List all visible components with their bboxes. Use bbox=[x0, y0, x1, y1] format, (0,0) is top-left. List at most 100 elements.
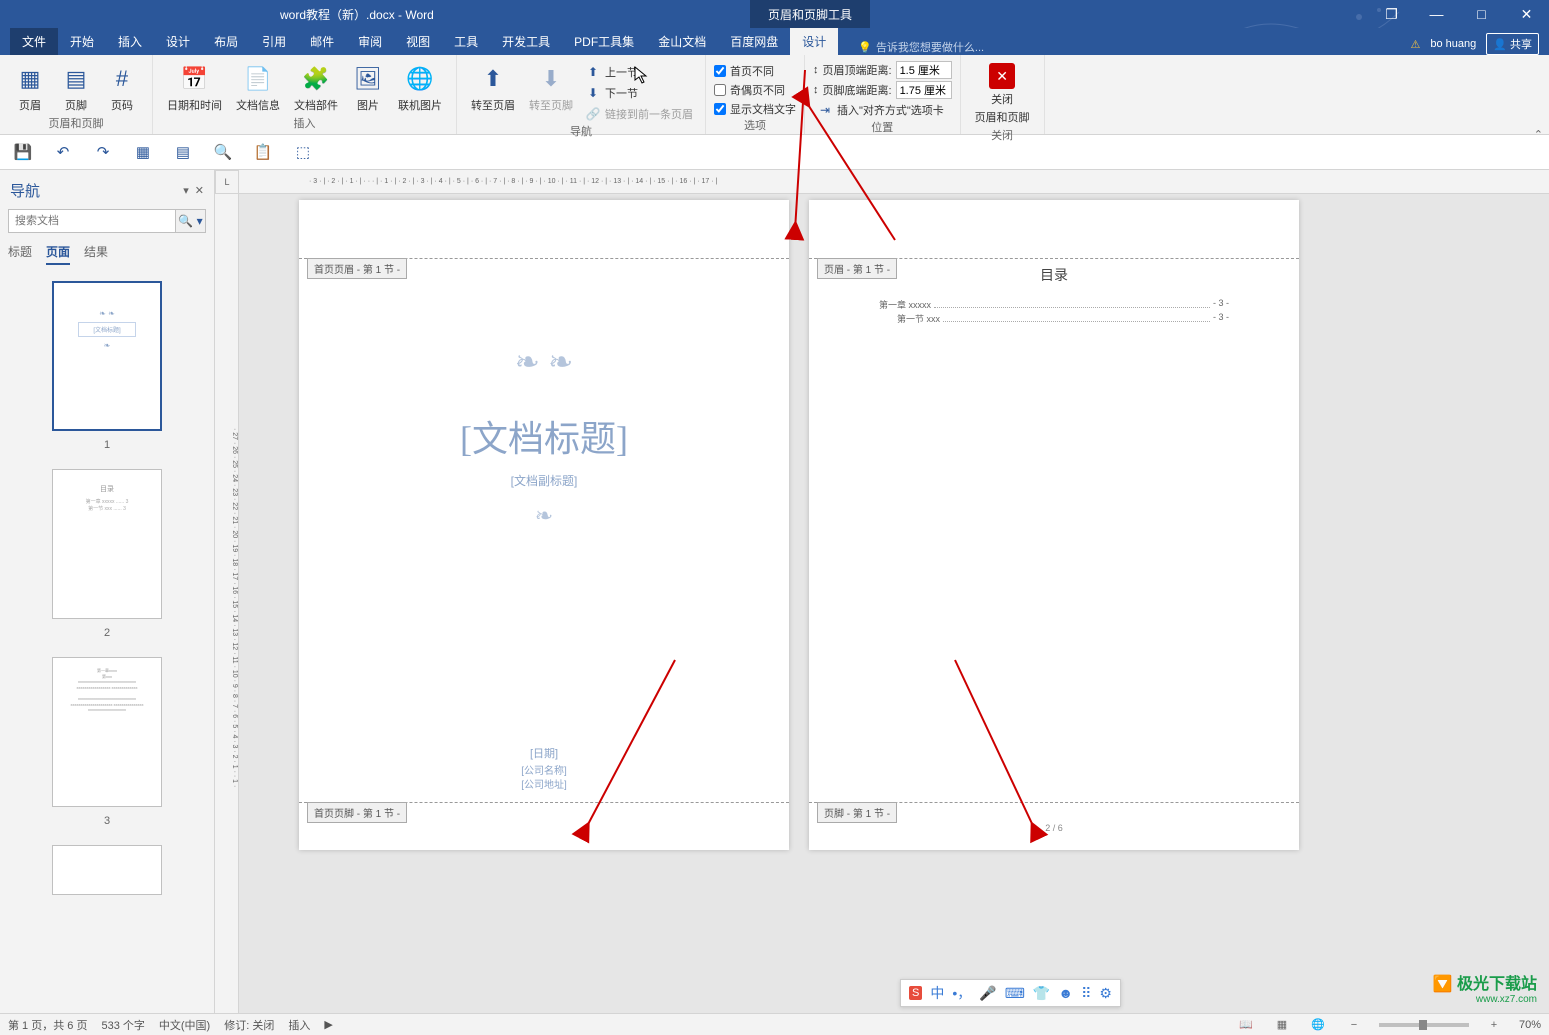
maximize-button[interactable]: □ bbox=[1459, 0, 1504, 28]
collapse-ribbon-icon[interactable]: ⌃ bbox=[1534, 128, 1543, 141]
thumbnail-page-2[interactable]: 目录 第一章 xxxxx ...... 3第一节 xxx ...... 3 bbox=[52, 469, 162, 619]
goto-footer-button[interactable]: ⬇转至页脚 bbox=[523, 61, 579, 115]
ime-logo-icon[interactable]: S bbox=[909, 986, 922, 1000]
doc-info-button[interactable]: 📄文档信息 bbox=[230, 61, 286, 115]
toc-entry-2[interactable]: 第一节 xxx- 3 - bbox=[897, 312, 1229, 325]
table-icon[interactable]: ▦ bbox=[134, 143, 152, 161]
header-button[interactable]: ▦页眉 bbox=[8, 61, 52, 115]
tab-review[interactable]: 审阅 bbox=[346, 28, 394, 55]
nav-tab-pages[interactable]: 页面 bbox=[46, 243, 70, 265]
vertical-ruler[interactable]: L · 27 · 26 · 25 · 24 · 23 · 22 · 21 · 2… bbox=[215, 170, 239, 1015]
online-picture-button[interactable]: 🌐联机图片 bbox=[392, 61, 448, 115]
ime-toolbar[interactable]: S 中 •， 🎤 ⌨ 👕 ☻ ⠿ ⚙ bbox=[900, 979, 1121, 1007]
ime-settings-icon[interactable]: ⚙ bbox=[1099, 985, 1112, 1002]
minimize-button[interactable]: — bbox=[1414, 0, 1459, 28]
zoom-in-icon[interactable]: + bbox=[1483, 1017, 1505, 1033]
tab-header-footer-design[interactable]: 设计 bbox=[790, 28, 838, 55]
ime-mic-icon[interactable]: 🎤 bbox=[979, 985, 996, 1002]
tab-design[interactable]: 设计 bbox=[154, 28, 202, 55]
header-top-distance-input[interactable] bbox=[896, 61, 952, 79]
save-icon[interactable]: 💾 bbox=[14, 143, 32, 161]
cover-date[interactable]: [日期] bbox=[299, 745, 789, 761]
ribbon-display-options-icon[interactable]: ❐ bbox=[1369, 0, 1414, 28]
thumbnail-page-4[interactable] bbox=[52, 845, 162, 895]
zoom-slider-knob[interactable] bbox=[1419, 1020, 1427, 1030]
cover-company[interactable]: [公司名称] bbox=[299, 762, 789, 777]
document-area[interactable]: L · 27 · 26 · 25 · 24 · 23 · 22 · 21 · 2… bbox=[215, 170, 1549, 1015]
cover-title[interactable]: [文档标题] bbox=[299, 410, 789, 462]
nav-dropdown-icon[interactable]: ▾ bbox=[183, 184, 189, 197]
read-mode-icon[interactable]: 📖 bbox=[1235, 1017, 1257, 1033]
tab-home[interactable]: 开始 bbox=[58, 28, 106, 55]
tell-me-search[interactable]: 💡 告诉我您想要做什么... bbox=[858, 39, 984, 55]
cover-address[interactable]: [公司地址] bbox=[299, 776, 789, 791]
ruler-corner[interactable]: L bbox=[215, 170, 239, 194]
footer-page-number[interactable]: 2 / 6 bbox=[809, 823, 1299, 833]
footer-button[interactable]: ▤页脚 bbox=[54, 61, 98, 115]
thumbnail-page-1[interactable]: ❧ ❧ [文档标题] ❧ bbox=[52, 281, 162, 431]
row-icon[interactable]: ▤ bbox=[174, 143, 192, 161]
nav-search-input[interactable] bbox=[9, 210, 175, 232]
ime-skin-icon[interactable]: 👕 bbox=[1033, 985, 1050, 1002]
zoom-slider[interactable] bbox=[1379, 1023, 1469, 1027]
page-1[interactable]: 首页页眉 - 第 1 节 - ❧ ❧ [文档标题] [文档副标题] ❧ [日期]… bbox=[299, 200, 789, 850]
page-2[interactable]: 页眉 - 第 1 节 - 目录 第一章 xxxxx- 3 - 第一节 xxx- … bbox=[809, 200, 1299, 850]
ime-punct-icon[interactable]: •， bbox=[952, 983, 971, 1003]
toc-entry-1[interactable]: 第一章 xxxxx- 3 - bbox=[879, 298, 1229, 311]
status-word-count[interactable]: 533 个字 bbox=[101, 1017, 144, 1033]
redo-icon[interactable]: ↷ bbox=[94, 143, 112, 161]
close-header-footer-button[interactable]: ✕ 关闭 页眉和页脚 bbox=[969, 61, 1036, 127]
goto-header-button[interactable]: ⬆转至页眉 bbox=[465, 61, 521, 115]
horizontal-ruler[interactable]: · 3 · | · 2 · | · 1 · | · · · | · 1 · | … bbox=[239, 170, 1549, 194]
footer-bottom-distance-input[interactable] bbox=[896, 81, 952, 99]
different-first-page-checkbox[interactable]: 首页不同 bbox=[714, 63, 796, 79]
tab-insert[interactable]: 插入 bbox=[106, 28, 154, 55]
zoom-out-icon[interactable]: − bbox=[1343, 1017, 1365, 1033]
ime-toolbox-icon[interactable]: ⠿ bbox=[1081, 985, 1091, 1002]
web-layout-icon[interactable]: 🌐 bbox=[1307, 1017, 1329, 1033]
close-window-button[interactable]: ✕ bbox=[1504, 0, 1549, 28]
tab-layout[interactable]: 布局 bbox=[202, 28, 250, 55]
nav-tab-results[interactable]: 结果 bbox=[84, 243, 108, 265]
next-section-button[interactable]: ⬇下一节 bbox=[581, 84, 697, 102]
status-insert-mode[interactable]: 插入 bbox=[288, 1017, 310, 1033]
nav-tab-headings[interactable]: 标题 bbox=[8, 243, 32, 265]
status-macro-icon[interactable]: ▶ bbox=[324, 1018, 332, 1031]
doc-parts-button[interactable]: 🧩文档部件 bbox=[288, 61, 344, 115]
nav-thumbnails[interactable]: ❧ ❧ [文档标题] ❧ 1 目录 第一章 xxxxx ...... 3第一节 … bbox=[0, 271, 214, 1015]
show-document-text-checkbox[interactable]: 显示文档文字 bbox=[714, 101, 796, 117]
tab-pdf[interactable]: PDF工具集 bbox=[562, 28, 646, 55]
print-layout-icon[interactable]: ▦ bbox=[1271, 1017, 1293, 1033]
nav-search-box[interactable]: 🔍 ▾ bbox=[8, 209, 206, 233]
ime-emoji-icon[interactable]: ☻ bbox=[1058, 985, 1073, 1001]
user-name[interactable]: bo huang bbox=[1430, 38, 1476, 50]
insert-alignment-tab-button[interactable]: ⇥插入"对齐方式"选项卡 bbox=[813, 101, 952, 119]
tab-view[interactable]: 视图 bbox=[394, 28, 442, 55]
page-number-button[interactable]: #页码 bbox=[100, 61, 144, 115]
object-icon[interactable]: ⬚ bbox=[294, 143, 312, 161]
share-button[interactable]: 👤 共享 bbox=[1486, 33, 1539, 55]
nav-close-icon[interactable]: ✕ bbox=[195, 184, 204, 197]
tab-mailings[interactable]: 邮件 bbox=[298, 28, 346, 55]
cover-subtitle[interactable]: [文档副标题] bbox=[299, 472, 789, 489]
prev-section-button[interactable]: ⬆上一节 bbox=[581, 63, 697, 81]
status-track-changes[interactable]: 修订: 关闭 bbox=[224, 1017, 274, 1033]
picture-button[interactable]: 🖼图片 bbox=[346, 61, 390, 115]
warning-icon[interactable]: ⚠ bbox=[1410, 38, 1420, 51]
tab-dev[interactable]: 开发工具 bbox=[490, 28, 562, 55]
status-language[interactable]: 中文(中国) bbox=[159, 1017, 210, 1033]
thumbnail-page-3[interactable]: 第一章xxxx第xxxxxxxxxxxxxxxxxxxxxxxxxxxxxxxx… bbox=[52, 657, 162, 807]
tab-file[interactable]: 文件 bbox=[10, 28, 58, 55]
zoom-icon[interactable]: 🔍 bbox=[214, 143, 232, 161]
tab-references[interactable]: 引用 bbox=[250, 28, 298, 55]
ime-keyboard-icon[interactable]: ⌨ bbox=[1005, 985, 1025, 1002]
paste-icon[interactable]: 📋 bbox=[254, 143, 272, 161]
date-time-button[interactable]: 📅日期和时间 bbox=[161, 61, 228, 115]
undo-icon[interactable]: ↶ bbox=[54, 143, 72, 161]
zoom-percent[interactable]: 70% bbox=[1519, 1019, 1541, 1031]
tab-jinshan[interactable]: 金山文档 bbox=[646, 28, 718, 55]
status-page[interactable]: 第 1 页，共 6 页 bbox=[8, 1017, 87, 1033]
search-icon[interactable]: 🔍 ▾ bbox=[175, 210, 205, 232]
tab-baidu[interactable]: 百度网盘 bbox=[718, 28, 790, 55]
different-odd-even-checkbox[interactable]: 奇偶页不同 bbox=[714, 82, 796, 98]
